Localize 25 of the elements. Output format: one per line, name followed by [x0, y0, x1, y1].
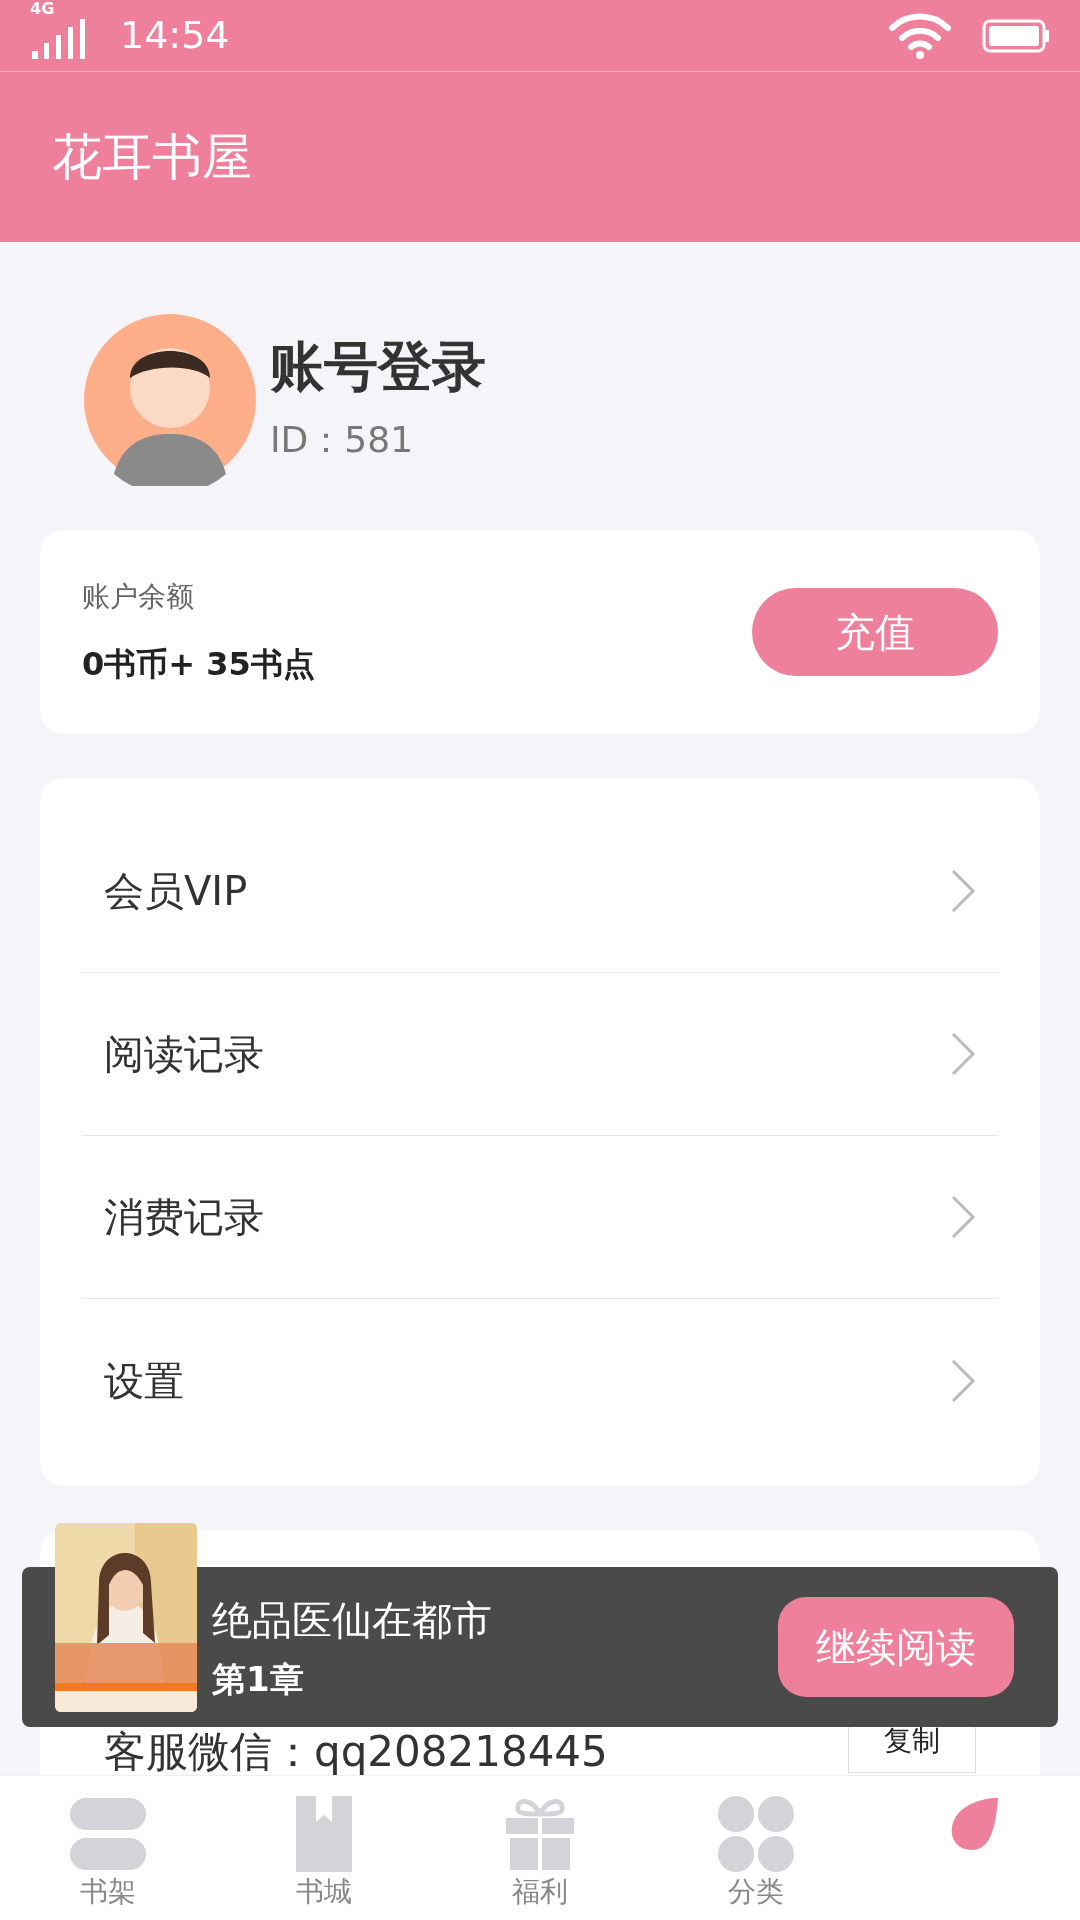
balance-amount: 0书币+ 35书点 [82, 644, 316, 685]
tab-item[interactable]: 书城 [216, 1776, 432, 1920]
chevron-right-icon [950, 868, 976, 914]
battery-icon [982, 18, 1050, 53]
book-title: 绝品医仙在都市 [212, 1595, 493, 1645]
menu-item[interactable]: 设置 [82, 1299, 998, 1462]
wifi-icon [888, 11, 952, 60]
user-id: ID：581 [270, 417, 415, 462]
chevron-right-icon [950, 1357, 976, 1404]
balance-label: 账户余额 [82, 579, 195, 615]
menu-item[interactable]: 消费记录 [82, 1136, 998, 1299]
chapter-label: 第1章 [212, 1657, 305, 1701]
status-time: 14:54 [120, 12, 230, 59]
network-label: 4G [30, 0, 55, 17]
avatar-icon [84, 314, 256, 486]
app-title: 花耳书屋 [52, 126, 252, 188]
chevron-right-icon [950, 1031, 976, 1077]
chevron-right-icon [950, 1194, 976, 1240]
menu-item[interactable]: 会员VIP [82, 810, 998, 973]
tab-item[interactable]: 分类 [648, 1776, 864, 1920]
menu-item[interactable]: 阅读记录 [82, 973, 998, 1136]
service-wechat: 客服微信：qq208218445 [104, 1731, 608, 1773]
tab-item[interactable]: 书架 [0, 1776, 216, 1920]
tab-item[interactable]: 福利 [432, 1776, 648, 1920]
account-login-title[interactable]: 账号登录 [270, 333, 486, 401]
